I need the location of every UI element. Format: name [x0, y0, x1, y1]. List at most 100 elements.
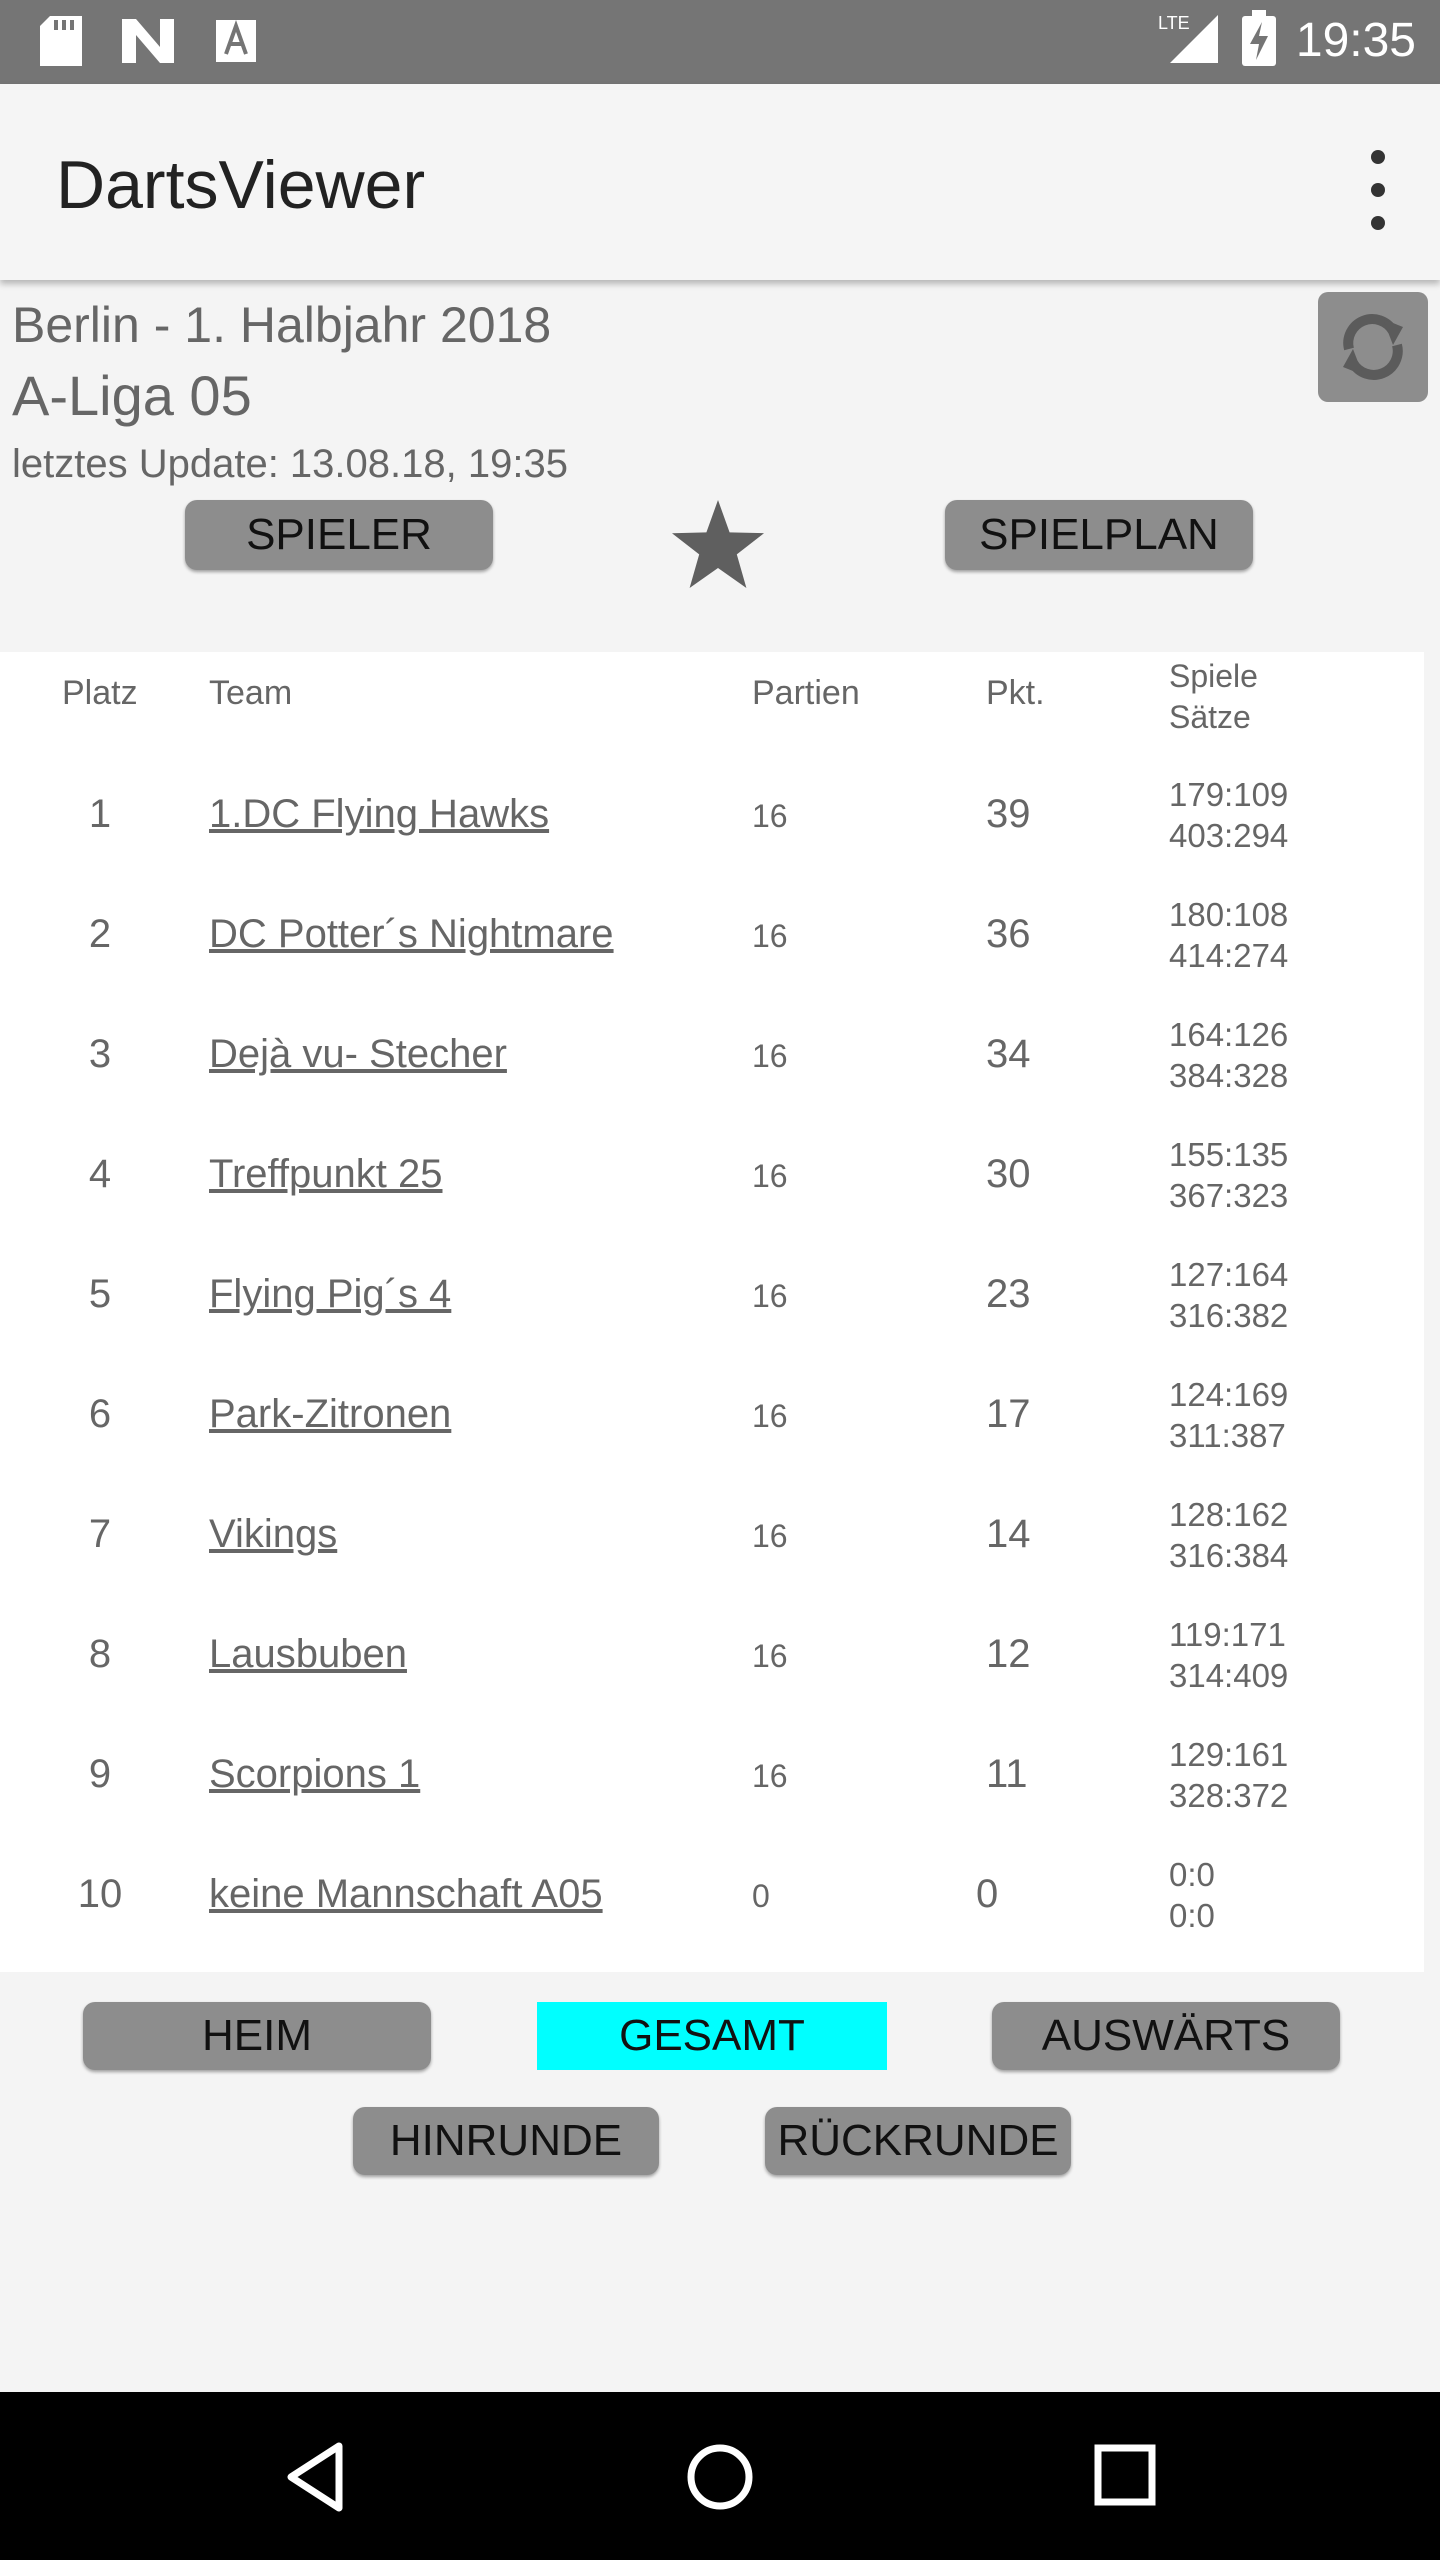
sets-value: 403:294	[1169, 817, 1289, 854]
sd-card-icon	[40, 16, 82, 71]
league-info: Berlin - 1. Halbjahr 2018 A-Liga 05 letz…	[12, 292, 568, 494]
sets-value: 0:0	[1169, 1897, 1215, 1934]
navigation-bar	[0, 2392, 1440, 2560]
clock: 19:35	[1295, 14, 1416, 67]
points-cell: 12	[986, 1632, 1031, 1676]
sets-value: 311:387	[1169, 1417, 1286, 1454]
table-row: 7 Vikings 16 14 128:162 316:384	[0, 1474, 1424, 1594]
header-matches-sets: Spiele Sätze	[1169, 656, 1258, 738]
header-games: Partien	[752, 674, 860, 712]
games-cell: 16	[752, 918, 788, 954]
header-sets: Sätze	[1169, 699, 1251, 735]
rank-cell: 8	[88, 1632, 112, 1676]
rank-cell: 2	[88, 912, 112, 956]
rank-cell: 6	[88, 1392, 112, 1436]
matches-sets-cell: 119:171 314:409	[1169, 1614, 1288, 1696]
home-filter-button[interactable]: HEIM	[83, 2002, 431, 2070]
table-row: 6 Park-Zitronen 16 17 124:169 311:387	[0, 1354, 1424, 1474]
games-cell: 16	[752, 1758, 788, 1794]
games-cell: 0	[752, 1878, 770, 1914]
sets-value: 367:323	[1169, 1177, 1289, 1214]
games-cell: 16	[752, 1038, 788, 1074]
games-cell: 16	[752, 1518, 788, 1554]
rank-cell: 1	[88, 792, 112, 836]
team-link[interactable]: keine Mannschaft A05	[209, 1872, 603, 1917]
team-link[interactable]: Lausbuben	[209, 1632, 407, 1677]
recents-icon[interactable]	[1094, 2444, 1156, 2506]
last-update: letztes Update: 13.08.18, 19:35	[12, 442, 568, 486]
schedule-button[interactable]: SPIELPLAN	[945, 500, 1253, 570]
standings-table: Platz Team Partien Pkt. Spiele Sätze 1 1…	[0, 652, 1424, 1972]
matches-value: 129:161	[1169, 1736, 1289, 1773]
points-cell: 34	[986, 1032, 1031, 1076]
team-link[interactable]: Vikings	[209, 1512, 337, 1557]
games-cell: 16	[752, 1158, 788, 1194]
matches-value: 155:135	[1169, 1136, 1289, 1173]
app-bar: DartsViewer	[0, 84, 1440, 280]
refresh-button[interactable]	[1318, 292, 1428, 402]
games-cell: 16	[752, 1278, 788, 1314]
matches-sets-cell: 124:169 311:387	[1169, 1374, 1288, 1456]
battery-charging-icon	[1241, 10, 1276, 71]
table-row: 4 Treffpunkt 25 16 30 155:135 367:323	[0, 1114, 1424, 1234]
team-link[interactable]: Park-Zitronen	[209, 1392, 451, 1437]
second-half-button[interactable]: RÜCKRUNDE	[765, 2107, 1071, 2175]
matches-sets-cell: 155:135 367:323	[1169, 1134, 1288, 1216]
table-row: 10 keine Mannschaft A05 0 0 0:0 0:0	[0, 1834, 1424, 1954]
rank-cell: 3	[88, 1032, 112, 1076]
team-link[interactable]: DC Potter´s Nightmare	[209, 912, 614, 957]
sets-value: 316:382	[1169, 1297, 1289, 1334]
home-icon[interactable]	[685, 2442, 755, 2512]
matches-sets-cell: 180:108 414:274	[1169, 894, 1288, 976]
sets-value: 384:328	[1169, 1057, 1289, 1094]
sets-value: 316:384	[1169, 1537, 1289, 1574]
sets-value: 314:409	[1169, 1657, 1289, 1694]
back-icon[interactable]	[285, 2442, 345, 2512]
header-matches: Spiele	[1169, 658, 1258, 694]
lte-label: LTE	[1158, 13, 1190, 33]
games-cell: 16	[752, 1398, 788, 1434]
header-rank: Platz	[62, 674, 138, 712]
table-row: 5 Flying Pig´s 4 16 23 127:164 316:382	[0, 1234, 1424, 1354]
more-vert-icon[interactable]	[1356, 150, 1400, 230]
points-cell: 17	[986, 1392, 1031, 1436]
team-link[interactable]: Flying Pig´s 4	[209, 1272, 451, 1317]
team-link[interactable]: Scorpions 1	[209, 1752, 420, 1797]
away-filter-button[interactable]: AUSWÄRTS	[992, 2002, 1340, 2070]
team-link[interactable]: Treffpunkt 25	[209, 1152, 442, 1197]
matches-value: 164:126	[1169, 1016, 1289, 1053]
matches-value: 0:0	[1169, 1856, 1215, 1893]
n-logo-icon	[122, 19, 174, 68]
players-button[interactable]: SPIELER	[185, 500, 493, 570]
star-icon	[672, 500, 764, 588]
team-link[interactable]: 1.DC Flying Hawks	[209, 792, 549, 837]
points-cell: 39	[986, 792, 1031, 836]
refresh-icon	[1343, 314, 1403, 380]
rank-cell: 10	[77, 1872, 123, 1916]
matches-sets-cell: 128:162 316:384	[1169, 1494, 1288, 1576]
header-team: Team	[209, 674, 293, 712]
app-title: DartsViewer	[56, 147, 426, 223]
table-row: 1 1.DC Flying Hawks 16 39 179:109 403:294	[0, 754, 1424, 874]
matches-value: 119:171	[1169, 1616, 1286, 1653]
lte-signal-icon: LTE	[1156, 11, 1222, 70]
points-cell: 36	[986, 912, 1031, 956]
games-cell: 16	[752, 1638, 788, 1674]
rank-cell: 5	[88, 1272, 112, 1316]
points-cell: 23	[986, 1272, 1031, 1316]
points-cell: 0	[976, 1872, 999, 1916]
table-header: Platz Team Partien Pkt. Spiele Sätze	[0, 652, 1424, 752]
table-row: 2 DC Potter´s Nightmare 16 36 180:108 414…	[0, 874, 1424, 994]
status-bar: LTE 19:35	[0, 0, 1440, 84]
league-name: Berlin - 1. Halbjahr 2018	[12, 297, 552, 353]
table-row: 3 Dejà vu- Stecher 16 34 164:126 384:328	[0, 994, 1424, 1114]
matches-value: 128:162	[1169, 1496, 1289, 1533]
team-link[interactable]: Dejà vu- Stecher	[209, 1032, 507, 1077]
total-filter-button[interactable]: GESAMT	[537, 2002, 887, 2070]
matches-sets-cell: 179:109 403:294	[1169, 774, 1288, 856]
rank-cell: 7	[88, 1512, 112, 1556]
division-name: A-Liga 05	[12, 364, 252, 427]
favorite-button[interactable]	[670, 500, 766, 597]
header-points: Pkt.	[986, 674, 1045, 712]
first-half-button[interactable]: HINRUNDE	[353, 2107, 659, 2175]
